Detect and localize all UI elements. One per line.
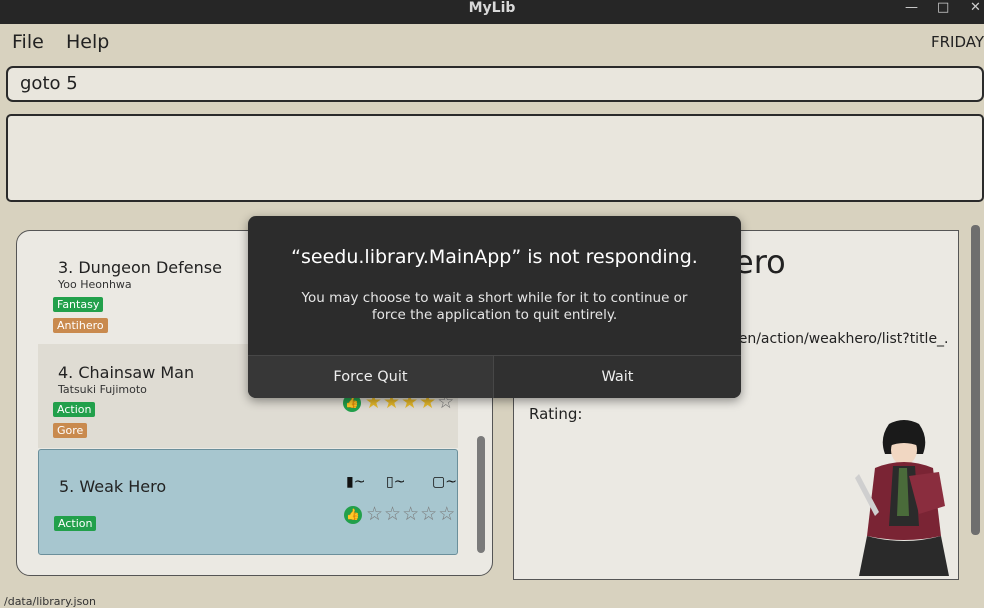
- wait-button[interactable]: Wait: [494, 356, 741, 398]
- tag-genre: Fantasy: [53, 297, 104, 312]
- force-quit-button[interactable]: Force Quit: [248, 356, 493, 398]
- dialog-title: “seedu.library.MainApp” is not respondin…: [291, 246, 698, 268]
- star-icon: ☆: [420, 503, 439, 525]
- rating-stars: ☆☆☆☆☆: [366, 504, 456, 524]
- tag-genre: Action: [54, 516, 97, 531]
- detail-scrollbar[interactable]: [971, 225, 980, 535]
- book-title: 3. Dungeon Defense: [58, 258, 222, 277]
- book-title-text: Dungeon Defense: [78, 258, 222, 277]
- status-bar: /data/library.json: [0, 596, 984, 608]
- book-title-text: Chainsaw Man: [78, 363, 195, 382]
- book-index: 5.: [59, 477, 75, 496]
- menu-file[interactable]: File: [12, 31, 44, 53]
- maximize-icon[interactable]: □: [937, 0, 949, 16]
- star-icon: ☆: [438, 503, 457, 525]
- list-item-selected[interactable]: 5. Weak Hero Action ▮~ ▯~ ▢~ 👍 ☆☆☆☆☆: [38, 449, 458, 555]
- menu-help[interactable]: Help: [66, 31, 109, 53]
- star-icon: ☆: [402, 503, 421, 525]
- result-display: [6, 114, 984, 202]
- detail-title: ero: [734, 243, 786, 281]
- page-progress: ~: [445, 474, 457, 490]
- volume-progress: ~: [353, 474, 366, 490]
- command-input[interactable]: goto 5: [6, 66, 984, 102]
- book-index: 3.: [58, 258, 74, 277]
- minimize-icon[interactable]: —: [905, 0, 918, 16]
- dialog-message: You may choose to wait a short while for…: [301, 290, 688, 323]
- chapter-progress: ~: [393, 474, 406, 490]
- book-title: 5. Weak Hero: [59, 477, 166, 496]
- detail-rating-label: Rating:: [529, 405, 583, 423]
- tag-theme: Gore: [53, 423, 88, 438]
- book-title: 4. Chainsaw Man: [58, 363, 194, 382]
- star-icon: ☆: [384, 503, 403, 525]
- book-index: 4.: [58, 363, 74, 382]
- chapter-icon: ▯~: [386, 474, 406, 490]
- day-label: FRIDAY: [930, 33, 984, 51]
- page-icon: ▢~: [432, 474, 457, 490]
- book-author: Tatsuki Fujimoto: [58, 383, 147, 396]
- book-author: Yoo Heonhwa: [58, 278, 132, 291]
- menu-bar: File Help FRIDAY: [0, 24, 984, 60]
- window-title: MyLib: [468, 0, 516, 16]
- tag-theme: Antihero: [53, 318, 108, 333]
- thumbs-up-icon: 👍: [344, 506, 362, 524]
- book-cover-image: [855, 420, 949, 576]
- detail-url[interactable]: /en/action/weakhero/list?title_.: [734, 331, 949, 347]
- star-icon: ☆: [366, 503, 385, 525]
- close-icon[interactable]: ✕: [970, 0, 981, 16]
- book-title-text: Weak Hero: [79, 477, 167, 496]
- not-responding-dialog: “seedu.library.MainApp” is not respondin…: [248, 216, 741, 398]
- tag-genre: Action: [53, 402, 96, 417]
- list-scrollbar[interactable]: [477, 436, 485, 553]
- volume-icon: ▮~: [346, 474, 366, 490]
- window-titlebar: MyLib — □ ✕: [0, 0, 984, 24]
